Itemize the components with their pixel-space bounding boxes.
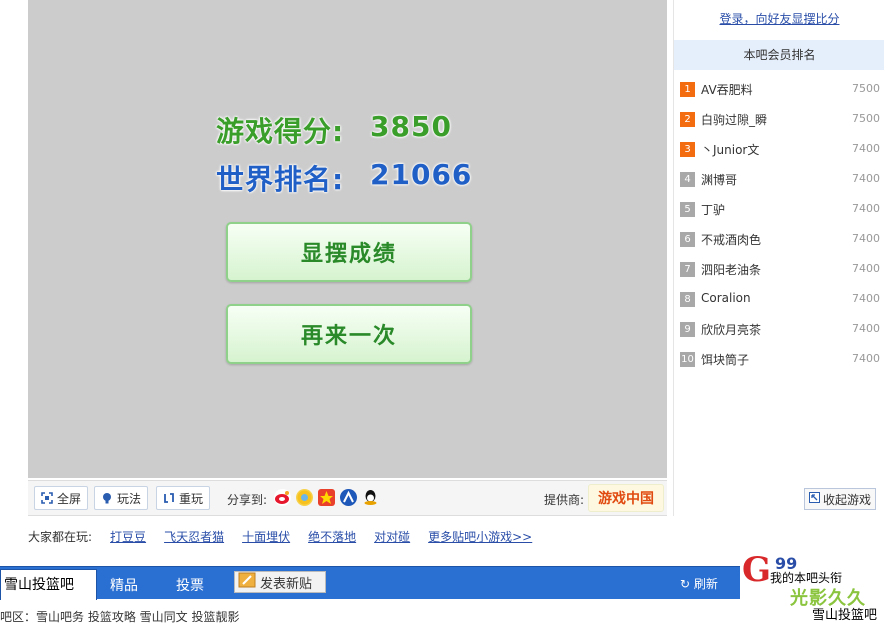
- game-link-ninja-cat[interactable]: 飞天忍者猫: [164, 530, 224, 544]
- rank-username[interactable]: 渊博哥: [701, 171, 737, 188]
- forum-nav-bar: 雪山投篮吧 精品 投票 发表新贴 ↻ 刷新: [0, 566, 740, 600]
- rank-username[interactable]: 白驹过隙_瞬: [701, 111, 767, 128]
- ranking-row[interactable]: 1 AV吞肥料 7500: [680, 75, 880, 105]
- game-area[interactable]: 游戏得分: 3850 世界排名: 21066 显摆成绩 再来一次: [28, 0, 667, 478]
- fullscreen-icon: [41, 492, 53, 504]
- share-to-label: 分享到:: [227, 493, 268, 507]
- login-link[interactable]: 登录，向好友显摆比分: [674, 10, 884, 27]
- ranking-row[interactable]: 9 欣欣月亮茶 7400: [680, 315, 880, 345]
- rank-username[interactable]: 丁驴: [701, 201, 725, 218]
- ranking-row[interactable]: 10 饵块筒子 7400: [680, 345, 880, 375]
- sub-links: 吧区：雪山吧务 投篮攻略 雪山同文 投篮靓影: [0, 610, 240, 624]
- refresh-label: 刷新: [693, 577, 718, 591]
- game-link-ambush[interactable]: 十面埋伏: [242, 530, 290, 544]
- score-value: 3850: [370, 110, 452, 143]
- replay-icon: [163, 492, 175, 504]
- tab-vote[interactable]: 投票: [176, 575, 204, 595]
- kaixin-icon[interactable]: [340, 489, 357, 506]
- replay-label: 重玩: [179, 491, 204, 506]
- rank-username[interactable]: Coralion: [701, 291, 751, 305]
- play-again-button[interactable]: 再来一次: [226, 304, 472, 364]
- game-toolbar: 全屏 玩法 重玩 分享到: 提供商: 游戏中国: [28, 480, 667, 516]
- ranking-row[interactable]: 6 不戒酒肉色 7400: [680, 225, 880, 255]
- game-link-dadoudou[interactable]: 打豆豆: [110, 530, 146, 544]
- rank-badge: 3: [680, 142, 695, 157]
- rank-score: 7400: [852, 322, 880, 335]
- rank-label: 世界排名:: [216, 163, 345, 196]
- rank-score: 7400: [852, 352, 880, 365]
- show-off-score-button[interactable]: 显摆成绩: [226, 222, 472, 282]
- lightbulb-icon: [101, 492, 113, 504]
- howto-label: 玩法: [117, 491, 142, 506]
- fullscreen-button[interactable]: 全屏: [34, 486, 89, 510]
- tab-featured[interactable]: 精品: [110, 575, 138, 595]
- game-link-match[interactable]: 对对碰: [374, 530, 410, 544]
- rank-score: 7400: [852, 292, 880, 305]
- rank-score: 7400: [852, 232, 880, 245]
- game-link-never-land[interactable]: 绝不落地: [308, 530, 356, 544]
- rank-badge: 8: [680, 292, 695, 307]
- rank-username[interactable]: AV吞肥料: [701, 81, 753, 98]
- everyone-playing-row: 大家都在玩: 打豆豆 飞天忍者猫 十面埋伏 绝不落地 对对碰 更多贴吧小游戏>>: [28, 528, 532, 545]
- ranking-row[interactable]: 2 白驹过隙_瞬 7500: [680, 105, 880, 135]
- qzone-icon[interactable]: [296, 489, 313, 506]
- ranking-title: 本吧会员排名: [674, 40, 884, 70]
- provider-label: 提供商:: [544, 493, 585, 507]
- new-post-label: 发表新贴: [260, 576, 313, 592]
- sidebar: 登录，向好友显摆比分 本吧会员排名 1 AV吞肥料 7500 2 白驹过隙_瞬 7500 3…: [673, 0, 884, 516]
- ranking-row[interactable]: 8 Coralion 7400: [680, 285, 880, 315]
- refresh-button[interactable]: ↻ 刷新: [680, 575, 718, 592]
- rank-line: 世界排名: 21066: [216, 158, 471, 198]
- rank-username[interactable]: 饵块筒子: [701, 351, 749, 368]
- new-post-button[interactable]: 发表新贴: [234, 571, 326, 593]
- collapse-game-button[interactable]: 收起游戏: [804, 488, 876, 510]
- rank-username[interactable]: 丶Junior文: [701, 141, 759, 158]
- rank-score: 7400: [852, 142, 880, 155]
- rank-badge: 10: [680, 352, 695, 367]
- rank-score: 7400: [852, 172, 880, 185]
- rank-value: 21066: [370, 158, 473, 191]
- ranking-row[interactable]: 7 泗阳老油条 7400: [680, 255, 880, 285]
- replay-button[interactable]: 重玩: [156, 486, 211, 510]
- weibo-icon[interactable]: [274, 489, 291, 506]
- ranking-row[interactable]: 5 丁驴 7400: [680, 195, 880, 225]
- howto-button[interactable]: 玩法: [94, 486, 149, 510]
- qq-icon[interactable]: [362, 489, 379, 506]
- provider-logo[interactable]: 游戏中国: [588, 484, 664, 512]
- score-label: 游戏得分:: [216, 115, 345, 148]
- ranking-row[interactable]: 4 渊博哥 7400: [680, 165, 880, 195]
- collapse-label: 收起游戏: [822, 492, 871, 507]
- rank-badge: 6: [680, 232, 695, 247]
- playing-label: 大家都在玩:: [28, 530, 93, 544]
- rank-badge: 4: [680, 172, 695, 187]
- more-games-link[interactable]: 更多贴吧小游戏>>: [428, 530, 532, 544]
- corner-logo: G 99 我的本吧头衔 光影久久 雪山投篮吧: [740, 550, 884, 622]
- rank-username[interactable]: 不戒酒肉色: [701, 231, 761, 248]
- rank-username[interactable]: 欣欣月亮茶: [701, 321, 761, 338]
- rank-score: 7400: [852, 202, 880, 215]
- rank-username[interactable]: 泗阳老油条: [701, 261, 761, 278]
- rank-badge: 9: [680, 322, 695, 337]
- provider-logo-text: 游戏中国: [598, 491, 654, 507]
- rank-badge: 7: [680, 262, 695, 277]
- ranking-row[interactable]: 3 丶Junior文 7400: [680, 135, 880, 165]
- renren-star-icon[interactable]: [318, 489, 335, 506]
- pencil-icon: [238, 572, 256, 592]
- rank-badge: 1: [680, 82, 695, 97]
- fullscreen-label: 全屏: [57, 491, 82, 506]
- rank-badge: 5: [680, 202, 695, 217]
- tab-forum-home[interactable]: 雪山投篮吧: [0, 569, 97, 600]
- rank-score: 7500: [852, 112, 880, 125]
- rank-score: 7400: [852, 262, 880, 275]
- refresh-icon: ↻: [680, 577, 691, 591]
- collapse-icon: [808, 492, 820, 506]
- corner-g-logo: G: [742, 550, 772, 590]
- rank-score: 7500: [852, 82, 880, 95]
- rank-badge: 2: [680, 112, 695, 127]
- corner-forum: 雪山投篮吧: [812, 608, 878, 622]
- score-line: 游戏得分: 3850: [216, 110, 451, 150]
